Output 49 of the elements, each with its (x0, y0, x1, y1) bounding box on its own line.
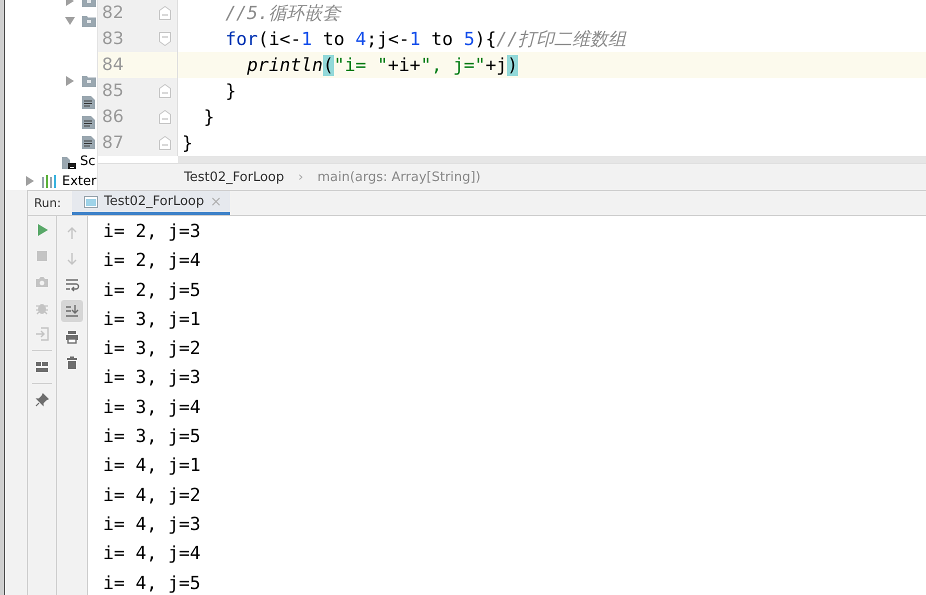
file-icon (82, 94, 95, 108)
console-output-line: i= 2, j=4 (103, 249, 202, 274)
line-number: 86 (98, 104, 134, 130)
console-output-line: i= 2, j=3 (103, 220, 202, 244)
horizontal-scrollbar[interactable] (178, 156, 926, 163)
layout-icon[interactable] (34, 359, 50, 375)
console-output-line: i= 3, j=1 (103, 308, 202, 332)
code-line: } (181, 132, 193, 154)
console-output-line: i= 2, j=5 (103, 278, 202, 303)
console-output-line: i= 4, j=3 (103, 512, 202, 537)
console-output-line: i= 4, j=2 (103, 484, 202, 508)
pin-icon[interactable] (34, 392, 50, 408)
code-line: } (224, 80, 236, 102)
library-bars-icon (42, 174, 58, 188)
code-line: for(i<-1 to 4;j<-1 to 5){//打印二维数组 (224, 28, 626, 51)
line-number: 87 (98, 130, 134, 156)
code-line: //5.循环嵌套 (224, 2, 341, 25)
console-output-line: i= 4, j=1 (103, 454, 202, 478)
console-icon (84, 196, 98, 208)
file-icon (82, 134, 95, 148)
collapse-arrow-icon[interactable] (65, 17, 75, 25)
run-label: Run: (33, 195, 62, 212)
console-output-line: i= 3, j=4 (103, 396, 202, 420)
fold-marker-icon[interactable] (159, 136, 171, 150)
breadcrumb-separator: › (298, 170, 304, 184)
line-number: 83 (98, 26, 134, 52)
console-output-line: i= 3, j=2 (103, 337, 202, 362)
tab-title: Test02_ForLoop (104, 194, 204, 209)
line-number: 85 (98, 78, 134, 104)
fold-marker-icon[interactable] (159, 32, 171, 46)
console-output-line: i= 4, j=5 (103, 572, 202, 595)
code-line: } (202, 106, 215, 128)
console-output-line: i= 3, j=3 (103, 366, 202, 390)
tree-item-label[interactable]: Sc (80, 154, 96, 168)
console-output-line: i= 3, j=5 (103, 425, 202, 450)
console-output-line: i= 4, j=4 (103, 542, 202, 566)
tree-item-label[interactable]: Exter (62, 174, 96, 188)
breadcrumb-item[interactable]: Test02_ForLoop (184, 170, 284, 184)
code-line: println("i= "+i+", j="+j) (246, 54, 518, 76)
fold-marker-icon[interactable] (159, 6, 171, 20)
run-tab[interactable]: Test02_ForLoop × (72, 191, 230, 215)
expand-arrow-icon[interactable] (26, 176, 34, 186)
file-icon (82, 114, 95, 128)
code-editor[interactable]: 82 //5.循环嵌套 83 for(i<-1 to 4;j<-1 to 5){//打印二维数组 84 println("i= "+i+", j="+j) 85 } 86 } 87 } (98, 0, 926, 156)
expand-arrow-icon[interactable] (66, 76, 74, 86)
scroll-to-end-icon[interactable] (61, 300, 83, 322)
fold-marker-icon[interactable] (159, 110, 171, 124)
line-number: 82 (98, 0, 134, 26)
fold-marker-icon[interactable] (159, 84, 171, 98)
